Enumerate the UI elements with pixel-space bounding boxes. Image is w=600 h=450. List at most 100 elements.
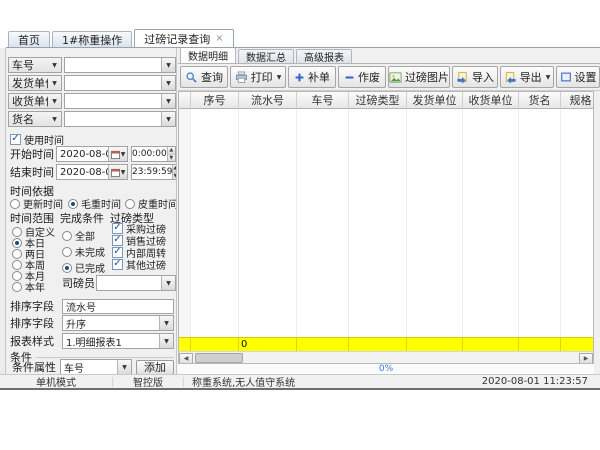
query-button[interactable]: 查询 <box>180 66 228 88</box>
status-edition: 智控版 <box>113 374 183 389</box>
range-option-5[interactable]: 本年 <box>12 279 45 294</box>
radio-icon <box>62 231 72 241</box>
tab-weigh-record-query[interactable]: 过磅记录查询 × <box>134 29 233 47</box>
sort-order-row: 排序字段 升序▼ <box>10 315 176 331</box>
end-time-spinner[interactable]: 23:59:59 ▲▼ <box>131 164 176 180</box>
weigher-row: 司磅员 ▼ <box>62 275 176 291</box>
spinner-arrows-icon[interactable]: ▲▼ <box>172 165 176 179</box>
scroll-left-arrow-icon[interactable]: ◀ <box>179 353 193 364</box>
receiver-value <box>65 94 161 108</box>
finish-option-0[interactable]: 全部 <box>62 228 95 243</box>
finish-option-1[interactable]: 未完成 <box>62 244 105 259</box>
start-date-value: 2020-08-01 <box>57 147 108 161</box>
summary-cell <box>297 338 349 351</box>
chevron-down-icon: ▼ <box>48 94 61 108</box>
goods-field-selector[interactable]: 货名▼ <box>8 111 62 127</box>
data-panel: 数据明细 数据汇总 高级报表 查询 打印 ▼ 补单 <box>178 48 600 374</box>
finish-option-2[interactable]: 已完成 <box>62 260 105 275</box>
condition-attr-row: 条件属性 车号▼ 添加 <box>12 359 176 374</box>
chevron-down-icon: ▼ <box>48 58 61 72</box>
spinner-arrows-icon[interactable]: ▲▼ <box>167 147 175 161</box>
grid-body[interactable] <box>179 109 593 337</box>
column-header-vehicle[interactable]: 车号 <box>297 92 349 109</box>
receiver-field-selector[interactable]: 收货单位▼ <box>8 93 62 109</box>
end-date-value: 2020-08-01 <box>57 165 108 179</box>
void-button[interactable]: 作废 <box>338 66 386 88</box>
range-option-5-label: 本年 <box>25 279 45 294</box>
type-option-3-label: 其他过磅 <box>126 257 166 272</box>
receiver-value-combo[interactable]: ▼ <box>64 93 176 109</box>
grid-column <box>561 109 594 337</box>
vehicle-field-selector[interactable]: 车号▼ <box>8 57 62 73</box>
column-header-shipper[interactable]: 发货单位 <box>407 92 463 109</box>
sort-order-combo[interactable]: 升序▼ <box>62 315 174 331</box>
weigh-photos-button[interactable]: 过磅图片 <box>388 66 450 88</box>
export-button[interactable]: 导出 ▼ <box>500 66 554 88</box>
condition-attr-combo[interactable]: 车号▼ <box>60 359 132 374</box>
print-button[interactable]: 打印 ▼ <box>230 66 286 88</box>
toolbar: 查询 打印 ▼ 补单 作废 过磅图片 <box>178 64 600 91</box>
tab-home-label: 首页 <box>18 32 40 48</box>
start-time-spinner[interactable]: 0:00:00 ▲▼ <box>131 146 176 162</box>
start-date-picker[interactable]: 2020-08-01 ▼ <box>56 146 128 162</box>
vehicle-value-combo[interactable]: ▼ <box>64 57 176 73</box>
scroll-right-arrow-icon[interactable]: ▶ <box>579 353 593 364</box>
progress-value: 0% <box>379 364 393 374</box>
panel-splitter[interactable] <box>176 48 177 374</box>
chevron-down-icon: ▼ <box>48 76 61 90</box>
use-time-checkbox[interactable]: 使用时间 <box>10 132 64 147</box>
close-tab-icon[interactable]: × <box>215 34 223 44</box>
tab-home[interactable]: 首页 <box>8 31 50 47</box>
tab-weigh-operation[interactable]: 1#称重操作 <box>52 31 132 47</box>
report-style-label: 报表样式 <box>10 333 62 349</box>
basis-option-1[interactable]: 毛重时间 <box>68 196 121 211</box>
report-style-combo[interactable]: 1.明细报表1▼ <box>62 333 174 349</box>
report-style-row: 报表样式 1.明细报表1▼ <box>10 333 176 349</box>
goods-value-combo[interactable]: ▼ <box>64 111 176 127</box>
finish-condition-title: 完成条件 <box>60 210 104 226</box>
add-condition-button[interactable]: 添加 <box>136 360 174 375</box>
grid-header-row: 序号 流水号 车号 过磅类型 发货单位 收货单位 货名 规格 <box>179 92 593 109</box>
import-button[interactable]: 导入 <box>452 66 498 88</box>
grid-column <box>407 109 463 337</box>
left-edge-strip <box>0 48 6 374</box>
add-button-label: 添加 <box>144 359 166 374</box>
vehicle-field-label: 车号 <box>9 58 48 72</box>
shipper-field-selector[interactable]: 发货单位▼ <box>8 75 62 91</box>
end-date-picker[interactable]: 2020-08-01 ▼ <box>56 164 128 180</box>
column-header-spec[interactable]: 规格 <box>561 92 594 109</box>
condition-attr-value: 车号 <box>61 360 117 374</box>
receiver-field-label: 收货单位 <box>9 94 48 108</box>
tab-advanced-report[interactable]: 高级报表 <box>296 49 352 63</box>
minus-icon <box>344 72 355 83</box>
records-grid: 序号 流水号 车号 过磅类型 发货单位 收货单位 货名 规格 <box>178 91 594 364</box>
end-time-label: 结束时间 <box>10 164 56 180</box>
basis-option-2[interactable]: 皮重时间 <box>125 196 176 211</box>
shipper-value <box>65 76 161 90</box>
type-option-3[interactable]: 其他过磅 <box>112 257 166 272</box>
shipper-value-combo[interactable]: ▼ <box>64 75 176 91</box>
tab-weigh-operation-label: 1#称重操作 <box>62 32 122 48</box>
status-system-name: 称重系统,无人值守系统 <box>184 374 482 389</box>
weigher-combo[interactable]: ▼ <box>96 275 176 291</box>
column-header-serial[interactable]: 流水号 <box>239 92 297 109</box>
dropdown-arrow-icon: ▼ <box>546 74 551 81</box>
tab-data-summary[interactable]: 数据汇总 <box>238 49 294 63</box>
column-header-goods[interactable]: 货名 <box>519 92 561 109</box>
tab-data-detail[interactable]: 数据明细 <box>180 48 236 63</box>
settings-button[interactable]: 设置 <box>556 66 600 88</box>
column-header-receiver[interactable]: 收货单位 <box>463 92 519 109</box>
row-indicator-header <box>179 92 191 109</box>
column-header-seq[interactable]: 序号 <box>191 92 239 109</box>
grid-column <box>463 109 519 337</box>
status-bar: 单机模式 智控版 称重系统,无人值守系统 2020-08-01 11:23:57 <box>0 374 600 388</box>
column-header-weightype[interactable]: 过磅类型 <box>349 92 407 109</box>
supplement-order-button[interactable]: 补单 <box>288 66 336 88</box>
export-icon <box>504 71 517 84</box>
summary-cell <box>349 338 407 351</box>
sort-field-input[interactable]: 流水号 <box>62 299 174 314</box>
finish-option-1-label: 未完成 <box>75 244 105 259</box>
basis-option-0[interactable]: 更新时间 <box>10 196 63 211</box>
horizontal-scrollbar[interactable]: ◀ ▶ <box>179 351 593 364</box>
scrollbar-thumb[interactable] <box>195 353 243 363</box>
